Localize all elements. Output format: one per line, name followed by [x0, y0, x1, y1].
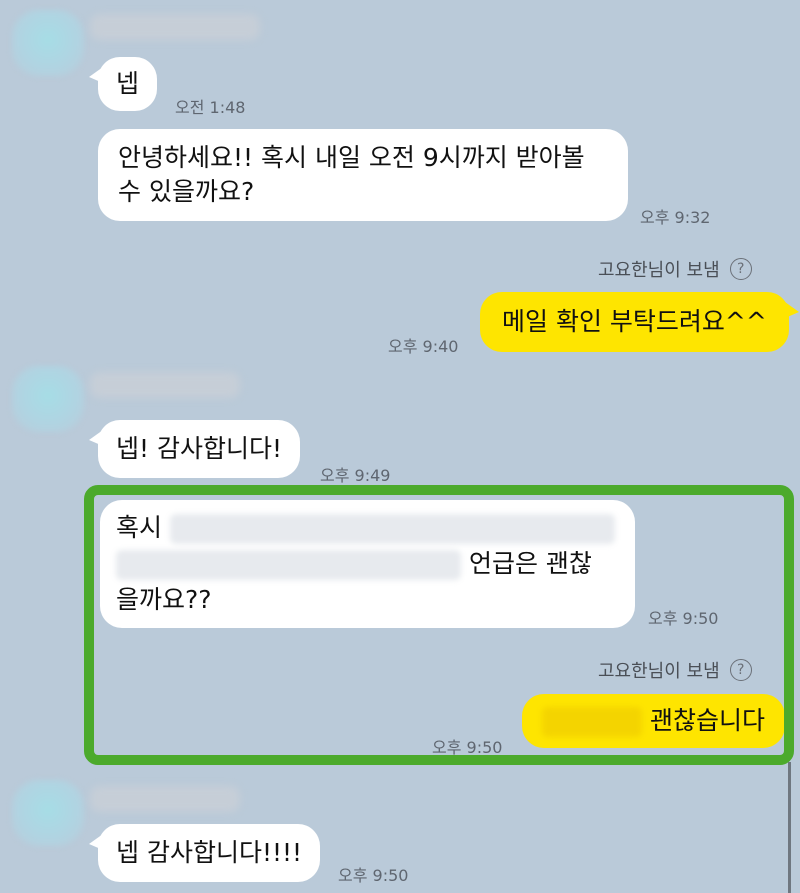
sent-status: 고요한님이 보냄 ? — [598, 256, 752, 282]
redacted-text — [542, 707, 642, 737]
question-circle-icon[interactable]: ? — [729, 659, 752, 681]
message-timestamp: 오후 9:40 — [388, 337, 459, 356]
message-text: 넵 감사합니다!!!! — [116, 838, 303, 867]
sent-status-text: 고요한님이 보냄 — [598, 661, 720, 682]
message-text: 안녕하세요!! 혹시 내일 오전 9시까지 받아볼 수 있을까요? — [118, 143, 585, 206]
message-line-1: 혹시 — [116, 510, 619, 546]
message-bubble-incoming[interactable]: 넵 — [88, 57, 158, 111]
message-timestamp: 오후 9:50 — [648, 609, 719, 628]
message-bubble-outgoing[interactable]: 메일 확인 부탁드려요^^ — [480, 292, 799, 352]
message-line-2: 언급은 괜찮 — [116, 546, 619, 582]
message-bubble-incoming[interactable]: 안녕하세요!! 혹시 내일 오전 9시까지 받아볼 수 있을까요? — [98, 129, 628, 221]
message-bubble-outgoing[interactable]: 괜찮습니다 — [522, 694, 785, 748]
sender-name-redacted — [90, 372, 240, 398]
sent-status-text: 고요한님이 보냄 — [598, 260, 720, 281]
message-text: 넵 — [116, 69, 140, 98]
message-timestamp: 오전 1:48 — [175, 98, 246, 117]
message-text-mid: 언급은 괜찮 — [468, 549, 592, 578]
sent-status: 고요한님이 보냄 ? — [598, 657, 752, 683]
avatar[interactable] — [12, 10, 84, 76]
message-timestamp: 오후 9:32 — [640, 208, 711, 227]
message-line-3: 을까요?? — [116, 582, 619, 618]
question-circle-icon[interactable]: ? — [729, 258, 752, 280]
sender-name-redacted — [90, 14, 260, 40]
message-bubble-incoming[interactable]: 혹시 언급은 괜찮 을까요?? — [100, 500, 635, 628]
avatar[interactable] — [12, 780, 84, 846]
message-timestamp: 오후 9:50 — [338, 866, 409, 885]
message-text-suffix: 을까요?? — [116, 585, 212, 614]
message-text-prefix: 혹시 — [116, 513, 163, 542]
message-bubble-incoming[interactable]: 넵 감사합니다!!!! — [88, 824, 321, 882]
message-timestamp: 오후 9:49 — [320, 466, 391, 485]
message-bubble-incoming[interactable]: 넵! 감사합니다! — [89, 420, 300, 478]
message-text: 괜찮습니다 — [649, 706, 765, 735]
redacted-text — [169, 514, 615, 544]
scrollbar[interactable] — [788, 762, 791, 893]
message-text: 넵! 감사합니다! — [116, 434, 282, 463]
redacted-text — [116, 550, 461, 580]
message-text: 메일 확인 부탁드려요^^ — [502, 307, 767, 336]
avatar[interactable] — [12, 366, 84, 432]
sender-name-redacted — [90, 786, 240, 812]
message-timestamp: 오후 9:50 — [432, 738, 503, 757]
